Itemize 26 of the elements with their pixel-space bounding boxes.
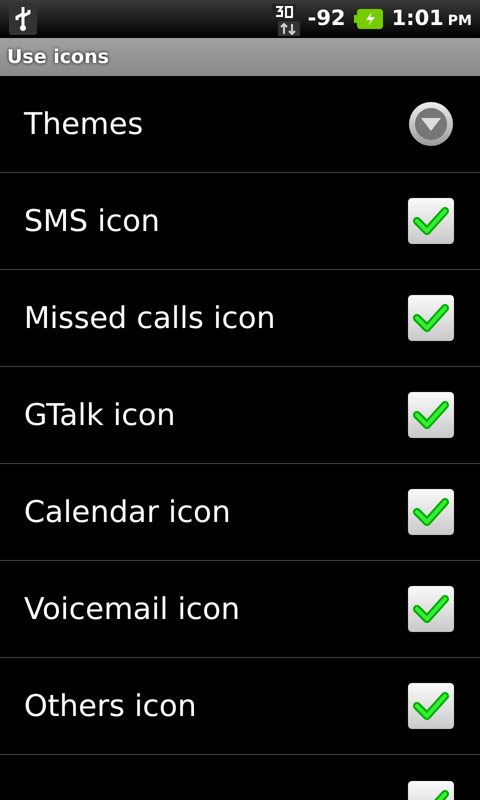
checkbox[interactable] [408,198,454,244]
checkbox[interactable] [408,295,454,341]
preference-row[interactable]: Missed calls icon [0,270,480,367]
preference-row[interactable]: Others icon [0,658,480,755]
preference-row[interactable]: GTalk icon [0,367,480,464]
preference-label: GTalk icon [24,396,176,434]
checkbox[interactable] [408,392,454,438]
preference-row[interactable]: Calendar icon [0,464,480,561]
clock-time: 1:01 [392,5,444,32]
checkbox[interactable] [408,683,454,729]
preference-row[interactable]: Themes [0,76,480,173]
preference-label: Voicemail icon [24,590,240,628]
section-title: Use icons [7,44,109,70]
checkbox[interactable] [408,489,454,535]
preference-label: Missed calls icon [24,300,276,338]
preference-label: SMS icon [24,202,160,240]
preference-label: Others icon [24,688,197,726]
preference-row[interactable]: Voicemail icon [0,561,480,658]
preference-label: Themes [24,106,144,144]
signal-strength: -92 [308,5,346,32]
battery-icon [354,8,384,30]
checkbox[interactable] [408,586,454,632]
preference-row[interactable]: SMS icon [0,173,480,270]
network-icon [272,2,300,36]
clock-ampm: PM [448,12,472,32]
preference-label: Calendar icon [24,494,231,532]
